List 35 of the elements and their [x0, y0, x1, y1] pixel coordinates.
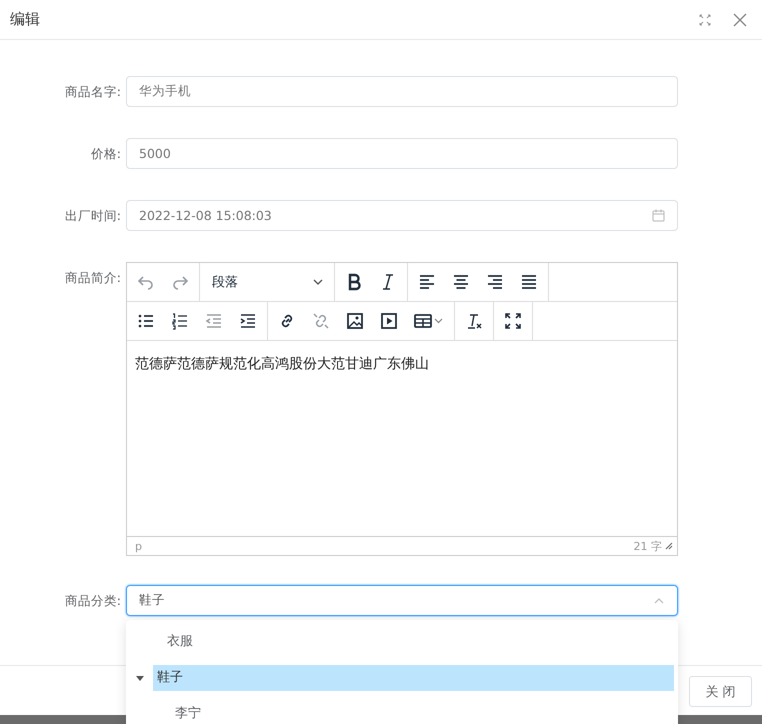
indent-icon — [238, 311, 258, 331]
table-icon — [413, 311, 445, 331]
element-path: p — [135, 540, 142, 552]
numbered-list-icon — [170, 311, 190, 331]
field-label: 商品简介: — [64, 269, 122, 287]
field-label: 商品名字: — [64, 83, 122, 101]
tree-option[interactable]: 衣服 — [153, 629, 674, 655]
outdent-icon — [204, 311, 224, 331]
fullscreen-icon — [503, 311, 523, 331]
broken-link-icon — [311, 311, 331, 331]
close-icon[interactable] — [733, 12, 747, 26]
category-select[interactable]: 鞋子 — [126, 585, 678, 616]
field-label: 出厂时间: — [64, 207, 122, 225]
expand-arrow-icon[interactable] — [136, 674, 144, 682]
input-field[interactable]: 5000 — [126, 138, 678, 169]
justify-icon — [519, 272, 539, 292]
field-label: 商品分类: — [64, 592, 122, 610]
input-field[interactable]: 2022-12-08 15:08:03 — [126, 200, 678, 231]
resize-handle-icon[interactable] — [665, 542, 673, 550]
tree-option[interactable]: 鞋子 — [153, 665, 674, 691]
tree-option[interactable]: 李宁 — [171, 701, 674, 724]
align-left-icon — [417, 272, 437, 292]
word-count: 21 字 — [634, 538, 662, 554]
align-center-icon — [451, 272, 471, 292]
image-icon — [345, 311, 365, 331]
editor-content: 范德萨范德萨规范化高鸿股份大范甘迪广东佛山 — [135, 356, 429, 372]
input-field[interactable]: 华为手机 — [126, 76, 678, 107]
format-dropdown[interactable]: 段落 — [202, 265, 332, 299]
close-button[interactable]: 关 闭 — [689, 676, 752, 707]
play-icon — [379, 311, 399, 331]
align-right-icon — [485, 272, 505, 292]
calendar-icon — [652, 209, 665, 222]
field-label: 价格: — [90, 145, 122, 163]
dialog-title: 编辑 — [10, 10, 40, 29]
fullscreen-icon[interactable] — [699, 14, 711, 26]
